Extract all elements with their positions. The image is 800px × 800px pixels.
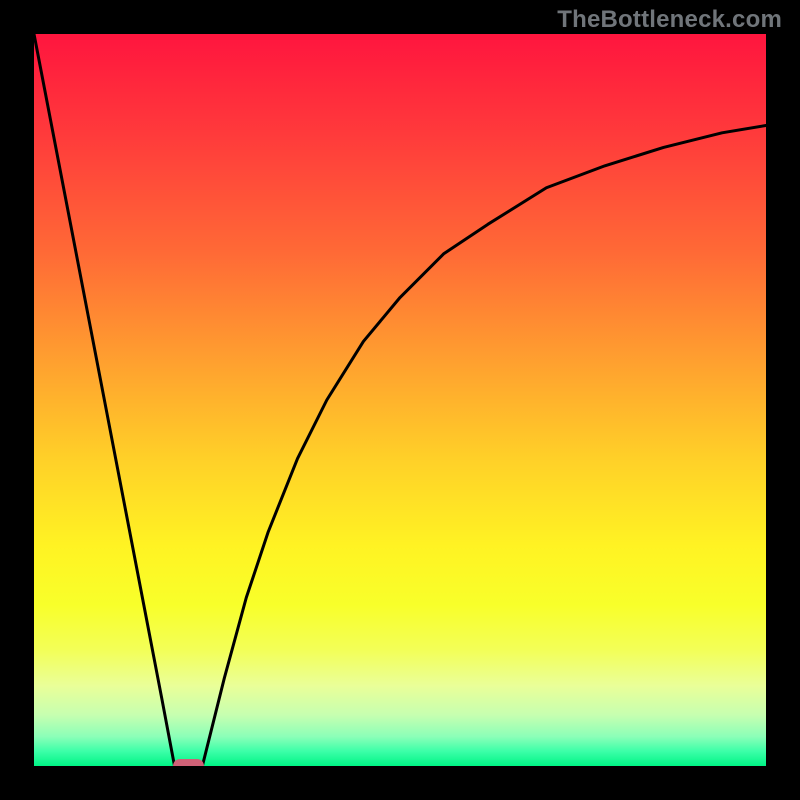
plot-area bbox=[34, 34, 766, 766]
series-left-branch bbox=[34, 34, 175, 766]
series-right-branch bbox=[202, 126, 766, 767]
chart-frame: TheBottleneck.com bbox=[0, 0, 800, 800]
bottleneck-curve bbox=[34, 34, 766, 766]
optimal-marker bbox=[173, 759, 205, 766]
watermark-text: TheBottleneck.com bbox=[557, 6, 782, 34]
